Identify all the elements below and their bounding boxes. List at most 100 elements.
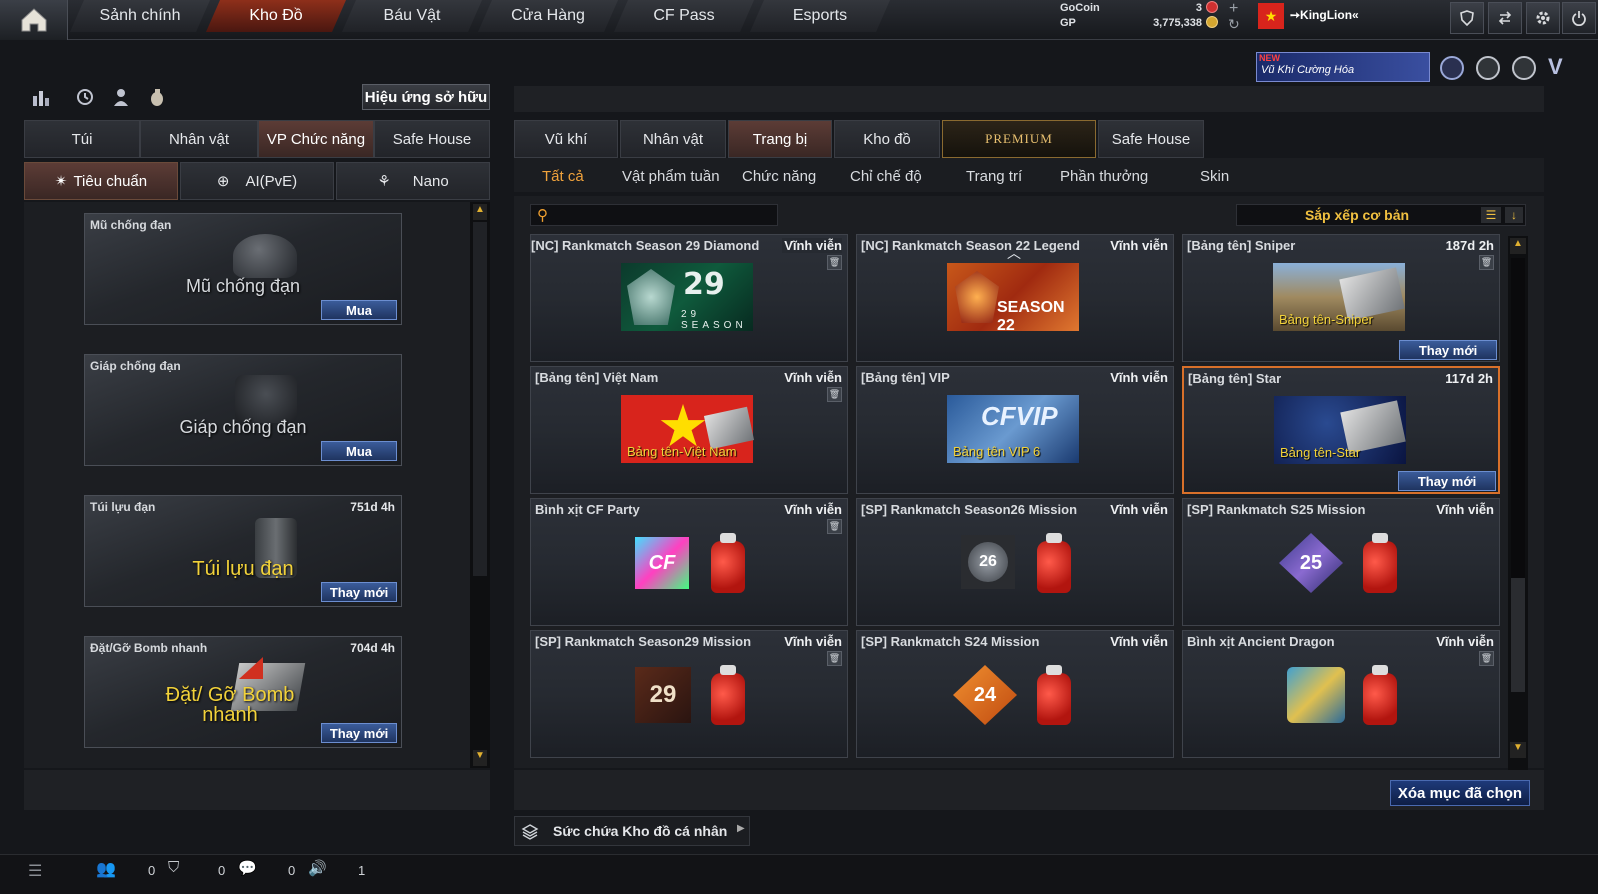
mode-label: Nano	[412, 172, 449, 190]
scroll-thumb[interactable]	[1511, 578, 1525, 692]
delete-selected-button[interactable]: Xóa mục đã chọn	[1390, 780, 1530, 806]
trash-icon[interactable]: 🗑	[827, 651, 842, 666]
item-card[interactable]: [SP] Rankmatch S25 Mission Vĩnh viễn 25	[1182, 498, 1500, 626]
subtab-decoration[interactable]: Trang trí	[966, 168, 1022, 185]
item-card[interactable]: Bình xịt Ancient Dragon Vĩnh viễn 🗑	[1182, 630, 1500, 758]
exchange-icon[interactable]	[1488, 2, 1522, 34]
right-tab-storage[interactable]: Kho đồ	[834, 120, 940, 158]
subtab-skin[interactable]: Skin	[1200, 168, 1229, 185]
item-card-armor[interactable]: Giáp chống đạn Giáp chống đạn Mua	[84, 354, 402, 466]
trash-icon[interactable]: 🗑	[827, 255, 842, 270]
item-card-grenade-bag[interactable]: Túi lựu đạn 751d 4h Túi lựu đạn Thay mới	[84, 495, 402, 607]
item-card[interactable]: [SP] Rankmatch Season29 Mission Vĩnh viễ…	[530, 630, 848, 758]
ranking-icon[interactable]	[30, 86, 52, 108]
subtab-weekly[interactable]: Vật phẩm tuần	[622, 168, 720, 185]
refresh-icon[interactable]: ↻	[1228, 16, 1240, 33]
gear-icon[interactable]	[1526, 2, 1560, 34]
scroll-down-icon[interactable]: ▼	[473, 750, 487, 766]
right-tab-premium[interactable]: PREMIUM	[942, 120, 1096, 158]
item-card[interactable]: Bình xịt CF Party Vĩnh viễn 🗑 CF	[530, 498, 848, 626]
search-box[interactable]: ⚲	[530, 204, 778, 226]
left-scrollbar[interactable]: ▲ ▼	[470, 202, 490, 768]
trash-icon[interactable]: 🗑	[827, 519, 842, 534]
scroll-thumb[interactable]	[473, 222, 487, 576]
item-image: Bảng tên-Star	[1274, 396, 1406, 464]
item-image: ★ Bảng tên-Việt Nam	[621, 395, 755, 463]
nav-tab-shop[interactable]: Cửa Hàng	[478, 0, 618, 32]
right-tab-weapons[interactable]: Vũ khí	[514, 120, 618, 158]
right-tab-safe-house[interactable]: Safe House	[1098, 120, 1204, 158]
chat-icon[interactable]: 💬	[238, 859, 257, 877]
sort-label: Sắp xếp cơ bản	[1304, 207, 1410, 223]
crosshair-icon[interactable]	[1512, 56, 1536, 80]
nav-tab-esports[interactable]: Esports	[750, 0, 890, 32]
scroll-up-icon[interactable]: ▲	[473, 204, 487, 220]
grenade-icon[interactable]	[146, 86, 168, 108]
menu-list-icon[interactable]: ☰	[28, 861, 42, 881]
search-input[interactable]	[557, 205, 775, 225]
mode-nano[interactable]: ⚘ Nano	[336, 162, 490, 200]
event-badge-icon[interactable]	[1440, 56, 1464, 80]
item-card[interactable]: [SP] Rankmatch Season26 Mission Vĩnh viễ…	[856, 498, 1174, 626]
left-tab-safe-house[interactable]: Safe House	[374, 120, 490, 158]
clan-shield-icon[interactable]: ⛉	[168, 859, 179, 876]
storage-capacity-button[interactable]: Sức chứa Kho đồ cá nhân ▶	[514, 816, 750, 846]
list-view-icon[interactable]: ☰	[1481, 207, 1501, 223]
scroll-down-icon[interactable]: ▼	[1510, 742, 1526, 758]
trash-icon[interactable]: 🗑	[1479, 651, 1494, 666]
username[interactable]: ➙KingLion«	[1290, 8, 1359, 22]
renew-button[interactable]: Thay mới	[1398, 471, 1496, 491]
owned-effects-button[interactable]: Hiệu ứng sở hữu	[362, 84, 490, 110]
right-tab-characters[interactable]: Nhân vật	[620, 120, 726, 158]
item-title: Bình xịt Ancient Dragon	[1187, 634, 1335, 649]
grid-scrollbar[interactable]: ▲ ▼	[1508, 236, 1528, 770]
renew-button[interactable]: Thay mới	[321, 582, 397, 602]
nav-tab-cf-pass[interactable]: CF Pass	[614, 0, 754, 32]
right-tab-equipment[interactable]: Trang bị	[728, 120, 832, 158]
left-tab-bag[interactable]: Túi	[24, 120, 140, 158]
subtab-all[interactable]: Tất cả	[542, 168, 584, 185]
mode-standard[interactable]: ✴ Tiêu chuẩn	[24, 162, 178, 200]
power-icon[interactable]	[1562, 2, 1596, 34]
globe-icon[interactable]	[1476, 56, 1500, 80]
sort-order-icon[interactable]: ↓	[1505, 207, 1523, 223]
item-card[interactable]: [NC] Rankmatch Season 22 Legend Vĩnh viễ…	[856, 234, 1174, 362]
subtab-function[interactable]: Chức năng	[742, 168, 816, 185]
buy-button[interactable]: Mua	[321, 441, 397, 461]
item-card-quick-bomb[interactable]: Đặt/Gỡ Bomb nhanh 704d 4h Đặt/ Gỡ Bomb n…	[84, 636, 402, 748]
item-card[interactable]: [SP] Rankmatch S24 Mission Vĩnh viễn 24	[856, 630, 1174, 758]
subtab-mode-only[interactable]: Chỉ chế độ	[850, 168, 922, 185]
history-icon[interactable]	[74, 86, 96, 108]
home-button[interactable]	[0, 0, 68, 40]
renew-button[interactable]: Thay mới	[1399, 340, 1497, 360]
character-icon[interactable]	[110, 86, 132, 108]
shield-icon[interactable]	[1450, 2, 1484, 34]
trash-icon[interactable]: 🗑	[827, 387, 842, 402]
subtab-rewards[interactable]: Phần thưởng	[1060, 168, 1148, 185]
scroll-up-icon[interactable]: ▲	[1510, 238, 1526, 254]
sort-dropdown[interactable]: Sắp xếp cơ bản ☰ ↓	[1236, 204, 1526, 226]
nav-tab-treasure[interactable]: Báu Vật	[342, 0, 482, 32]
nav-tab-inventory[interactable]: Kho Đồ	[206, 0, 346, 32]
friends-icon[interactable]: 👥	[96, 859, 116, 879]
left-tab-character[interactable]: Nhân vật	[140, 120, 258, 158]
item-image: 29 29 SEASON	[621, 263, 753, 331]
renew-button[interactable]: Thay mới	[321, 723, 397, 743]
v-logo-icon[interactable]: V	[1548, 54, 1563, 80]
item-card-selected[interactable]: [Bảng tên] Star 117d 2h Bảng tên-Star Th…	[1182, 366, 1500, 494]
home-icon	[21, 8, 47, 32]
item-card-helmet[interactable]: Mũ chống đạn Mũ chống đạn Mua	[84, 213, 402, 325]
left-tab-function-items[interactable]: VP Chức năng	[258, 120, 374, 158]
item-card[interactable]: [Bảng tên] Sniper 187d 2h 🗑 Bảng tên-Sni…	[1182, 234, 1500, 362]
nav-tab-lobby[interactable]: Sảnh chính	[70, 0, 210, 32]
item-card[interactable]: [Bảng tên] Việt Nam Vĩnh viễn 🗑 ★ Bảng t…	[530, 366, 848, 494]
item-card[interactable]: [NC] Rankmatch Season 29 Diamond Vĩnh vi…	[530, 234, 848, 362]
mode-ai-pve[interactable]: ⊕ AI(PvE)	[180, 162, 334, 200]
trash-icon[interactable]: 🗑	[1479, 255, 1494, 270]
speaker-icon[interactable]: 🔊	[308, 859, 327, 877]
promo-banner[interactable]: NEW Vũ Khí Cường Hóa	[1256, 52, 1430, 82]
item-card[interactable]: [Bảng tên] VIP Vĩnh viễn CFVIP Bảng tên …	[856, 366, 1174, 494]
buy-button[interactable]: Mua	[321, 300, 397, 320]
item-title: Túi lựu đạn	[90, 500, 156, 514]
chevron-up-icon[interactable]: ︿	[1007, 243, 1021, 263]
